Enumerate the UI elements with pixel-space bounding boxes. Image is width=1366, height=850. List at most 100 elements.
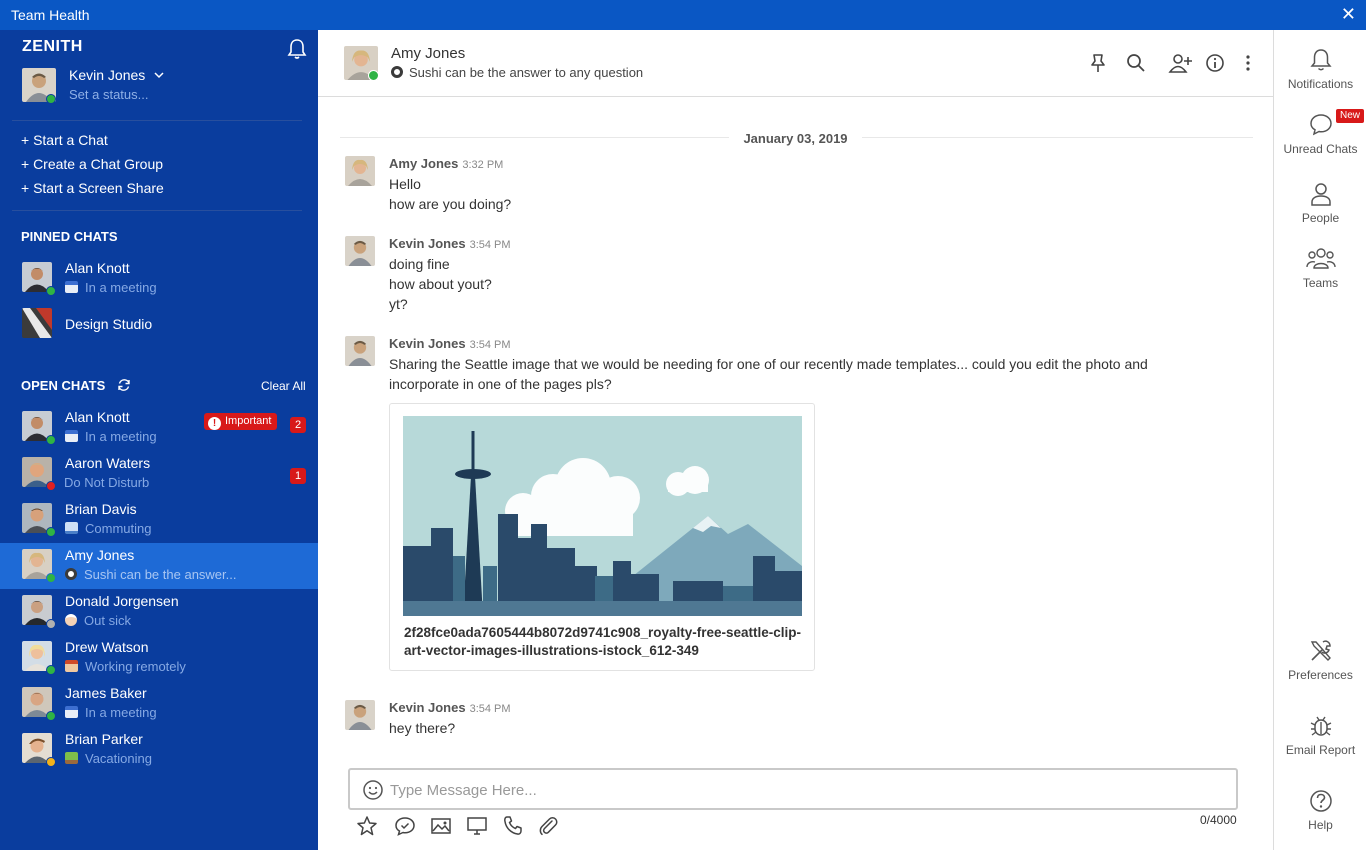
chat-name: Alan Knott: [65, 409, 130, 425]
open-chat-amy-jones[interactable]: Amy Jones Sushi can be the answer...: [0, 543, 318, 589]
chat-status: Sushi can be the answer...: [65, 567, 236, 582]
add-person-icon[interactable]: [1168, 52, 1194, 74]
chat-name: Donald Jorgensen: [65, 593, 179, 609]
chevron-down-icon[interactable]: [154, 71, 164, 79]
open-chat-donald-jorgensen[interactable]: Donald Jorgensen Out sick: [0, 589, 318, 635]
rail-unread-chats[interactable]: New Unread Chats: [1274, 109, 1366, 156]
message-text: how about yout?: [389, 276, 492, 292]
brand-name: ZENITH: [22, 38, 83, 55]
message-author: Kevin Jones 3:54 PM: [389, 236, 511, 251]
sushi-icon: [391, 66, 403, 78]
chat-status: Commuting: [65, 521, 151, 536]
message-author: Amy Jones 3:32 PM: [389, 156, 504, 171]
rail-preferences[interactable]: Preferences: [1274, 638, 1366, 682]
image-attachment[interactable]: 2f28fce0ada7605444b8072d9741c908_royalty…: [389, 403, 815, 671]
star-icon[interactable]: [356, 815, 378, 837]
open-chat-brian-parker[interactable]: Brian Parker Vacationing: [0, 727, 318, 773]
chat-status: In a meeting: [65, 280, 157, 295]
presence-away: [46, 619, 56, 629]
rail-label: Unread Chats: [1283, 142, 1358, 156]
chat-status: Do Not Disturb: [64, 475, 150, 490]
team-icon: [1305, 248, 1336, 269]
message-input[interactable]: [390, 778, 1220, 802]
chat-name: Brian Parker: [65, 731, 143, 747]
right-rail: Notifications New Unread Chats People Te…: [1273, 30, 1366, 850]
chat-status: Working remotely: [65, 659, 186, 674]
sushi-icon: [65, 568, 77, 580]
open-chats-heading: OPEN CHATS: [21, 378, 106, 393]
emoji-icon[interactable]: [362, 779, 384, 801]
open-chat-brian-davis[interactable]: Brian Davis Commuting: [0, 497, 318, 543]
palm-tree-icon: [65, 752, 78, 764]
open-chat-drew-watson[interactable]: Drew Watson Working remotely: [0, 635, 318, 681]
attachment-icon[interactable]: [537, 815, 559, 837]
search-icon[interactable]: [1125, 52, 1147, 74]
message-text: Sharing the Seattle image that we would …: [389, 356, 1148, 372]
start-chat-button[interactable]: + Start a Chat: [21, 132, 108, 148]
open-chat-james-baker[interactable]: James Baker In a meeting: [0, 681, 318, 727]
bus-icon: [65, 522, 78, 534]
chat-status: Vacationing: [65, 751, 152, 766]
rail-label: Teams: [1302, 276, 1339, 290]
close-icon[interactable]: ✕: [1341, 4, 1356, 25]
presence-online: [368, 70, 379, 81]
tools-icon: [1310, 640, 1331, 661]
chat-bubble-icon: [1309, 114, 1332, 136]
date-separator: January 03, 2019: [318, 131, 1273, 146]
phone-icon[interactable]: [502, 815, 524, 837]
message-composer[interactable]: [348, 768, 1238, 810]
new-badge: New: [1336, 109, 1365, 123]
chat-name: Alan Knott: [65, 260, 130, 276]
avatar: [345, 700, 375, 730]
rail-notifications[interactable]: Notifications: [1274, 47, 1366, 91]
message-list[interactable]: January 03, 2019 Amy Jones 3:32 PM Hello …: [318, 97, 1273, 757]
rail-email-report[interactable]: Email Report: [1274, 713, 1366, 757]
start-screen-share-button[interactable]: + Start a Screen Share: [21, 180, 164, 196]
message-text: incorporate in one of the pages pls?: [389, 376, 612, 392]
divider: [12, 210, 302, 211]
message-time: 3:54 PM: [469, 339, 511, 351]
screen-share-icon[interactable]: [466, 815, 488, 837]
group-avatar: [22, 308, 52, 338]
open-chat-alan-knott[interactable]: Alan Knott In a meeting ! Important 2: [0, 405, 318, 451]
help-icon: [1309, 790, 1332, 812]
refresh-icon[interactable]: [117, 378, 131, 392]
character-counter: 0/4000: [1200, 813, 1237, 827]
my-name[interactable]: Kevin Jones: [69, 67, 164, 83]
avatar: [345, 156, 375, 186]
presence-online: [46, 286, 56, 296]
calendar-icon: [65, 706, 78, 718]
chat-name: Design Studio: [65, 316, 153, 332]
chat-name: James Baker: [65, 685, 147, 701]
bell-icon[interactable]: [287, 38, 307, 60]
seattle-skyline-image[interactable]: [403, 416, 802, 616]
contact-status: Sushi can be the answer to any question: [391, 65, 643, 80]
unread-count-badge: 2: [290, 417, 306, 433]
my-presence-dot: [46, 94, 56, 104]
rail-people[interactable]: People: [1274, 181, 1366, 225]
title-bar: Team Health ✕: [0, 0, 1366, 30]
pinned-chat-design-studio[interactable]: Design Studio: [0, 302, 318, 348]
open-chat-aaron-waters[interactable]: Aaron Waters Do Not Disturb 1: [0, 451, 318, 497]
more-options-icon[interactable]: [1238, 52, 1258, 74]
info-icon[interactable]: [1204, 52, 1226, 74]
rail-teams[interactable]: Teams: [1274, 246, 1366, 290]
sick-face-icon: [65, 614, 77, 626]
rail-label: People: [1301, 211, 1340, 225]
pinned-chat-alan-knott[interactable]: Alan Knott In a meeting: [0, 256, 318, 302]
house-icon: [65, 660, 78, 672]
chat-status: In a meeting: [65, 429, 157, 444]
window-title: Team Health: [11, 7, 90, 23]
presence-online: [46, 435, 56, 445]
rail-help[interactable]: Help: [1274, 788, 1366, 832]
check-bubble-icon[interactable]: [394, 815, 416, 837]
clear-all-button[interactable]: Clear All: [261, 379, 306, 393]
image-icon[interactable]: [430, 815, 452, 837]
pin-icon[interactable]: [1087, 52, 1109, 74]
bell-icon: [1309, 49, 1332, 71]
create-chat-group-button[interactable]: + Create a Chat Group: [21, 156, 163, 172]
attachment-filename[interactable]: 2f28fce0ada7605444b8072d9741c908_royalty…: [404, 624, 804, 660]
calendar-icon: [65, 430, 78, 442]
set-status-link[interactable]: Set a status...: [69, 87, 149, 102]
presence-online: [46, 527, 56, 537]
